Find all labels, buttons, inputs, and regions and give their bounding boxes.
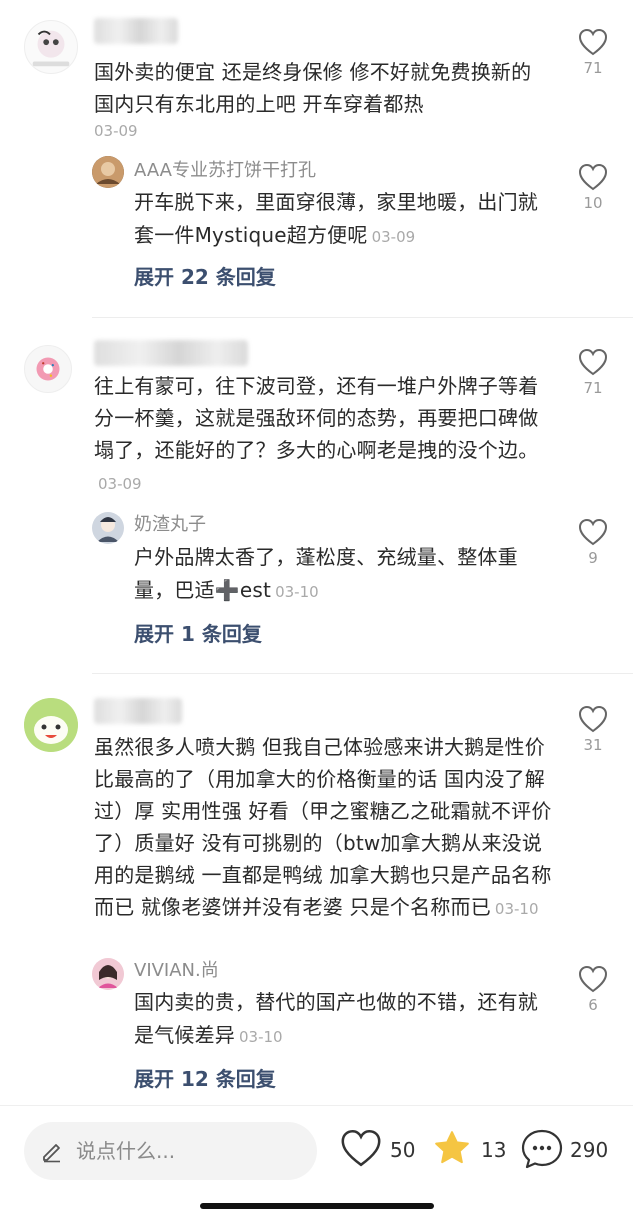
chat-bubble-icon bbox=[521, 1129, 563, 1169]
comment-text: 虽然很多人喷大鹅 但我自己体验感来讲大鹅是性价比最高的了（用加拿大的价格衡量的话… bbox=[94, 731, 554, 925]
reply-text: 开车脱下来，里面穿很薄，家里地暖，出门就套一件Mystique超方便呢 03-09 bbox=[134, 186, 554, 254]
reply-username[interactable]: VIVIAN.尚 bbox=[134, 959, 219, 983]
comment-input-placeholder: 说点什么... bbox=[76, 1139, 176, 1163]
comment-count: 290 bbox=[570, 1138, 609, 1162]
reply-body: 国内卖的贵，替代的国产也做的不错，还有就是气候差异 bbox=[134, 990, 538, 1047]
avatar[interactable] bbox=[92, 156, 124, 188]
comment-text: 国外卖的便宜 还是终身保修 修不好就免费换新的 国内只有东北用的上吧 开车穿着都… bbox=[94, 56, 554, 142]
reply-date: 03-09 bbox=[371, 228, 416, 246]
heart-icon bbox=[578, 705, 608, 733]
like-button[interactable]: 9 bbox=[573, 518, 613, 568]
comment-body: 国外卖的便宜 还是终身保修 修不好就免费换新的 国内只有东北用的上吧 开车穿着都… bbox=[94, 60, 532, 116]
post-like-count: 50 bbox=[390, 1138, 416, 1162]
reply-date: 03-10 bbox=[239, 1028, 283, 1046]
like-count: 9 bbox=[588, 549, 598, 567]
comments-button[interactable]: 290 bbox=[520, 1128, 620, 1172]
reply-body: 开车脱下来，里面穿很薄，家里地暖，出门就套一件Mystique超方便呢 bbox=[134, 190, 538, 247]
like-count: 31 bbox=[583, 736, 603, 754]
comment-date: 03-09 bbox=[98, 475, 142, 493]
like-button[interactable]: 6 bbox=[573, 965, 613, 1015]
heart-icon bbox=[578, 518, 608, 546]
comment-date: 03-09 bbox=[94, 122, 138, 140]
expand-replies-button[interactable]: 展开 12 条回复 bbox=[134, 1065, 276, 1093]
favorite-button[interactable]: 13 bbox=[431, 1128, 511, 1172]
like-count: 10 bbox=[583, 194, 603, 212]
star-icon bbox=[435, 1131, 469, 1164]
like-button[interactable]: 31 bbox=[573, 705, 613, 755]
reply-text: 户外品牌太香了，蓬松度、充绒量、整体重量，巴适➕est 03-10 bbox=[134, 541, 554, 609]
heart-icon bbox=[341, 1129, 381, 1167]
reply-body: 户外品牌太香了，蓬松度、充绒量、整体重量，巴适➕est bbox=[134, 545, 518, 602]
reply-username[interactable]: 奶渣丸子 bbox=[134, 513, 206, 537]
username-redacted[interactable] bbox=[94, 18, 178, 44]
avatar[interactable] bbox=[24, 20, 78, 74]
comment-text: 往上有蒙可，往下波司登，还有一堆户外牌子等着分一杯羹，这就是强敌环伺的态势，再要… bbox=[94, 370, 554, 500]
username-redacted[interactable] bbox=[94, 698, 182, 724]
comment-body: 虽然很多人喷大鹅 但我自己体验感来讲大鹅是性价比最高的了（用加拿大的价格衡量的话… bbox=[94, 735, 552, 919]
heart-icon bbox=[578, 163, 608, 191]
comment-date: 03-10 bbox=[494, 900, 539, 918]
heart-icon bbox=[578, 348, 608, 376]
avatar[interactable] bbox=[92, 958, 124, 990]
home-indicator bbox=[200, 1203, 434, 1209]
comment-input[interactable]: 说点什么... bbox=[24, 1122, 317, 1180]
pencil-icon bbox=[43, 1144, 60, 1163]
avatar[interactable] bbox=[24, 698, 78, 752]
like-button[interactable]: 71 bbox=[573, 348, 613, 398]
avatar[interactable] bbox=[92, 512, 124, 544]
heart-icon bbox=[578, 965, 608, 993]
comment-body: 往上有蒙可，往下波司登，还有一堆户外牌子等着分一杯羹，这就是强敌环伺的态势，再要… bbox=[94, 374, 539, 462]
reply-date: 03-10 bbox=[275, 583, 319, 601]
like-count: 71 bbox=[583, 59, 603, 77]
like-count: 71 bbox=[583, 379, 603, 397]
avatar[interactable] bbox=[24, 345, 72, 393]
like-post-button[interactable]: 50 bbox=[340, 1128, 420, 1172]
like-button[interactable]: 71 bbox=[573, 28, 613, 78]
expand-replies-button[interactable]: 展开 1 条回复 bbox=[134, 620, 262, 648]
divider bbox=[92, 673, 633, 674]
heart-icon bbox=[578, 28, 608, 56]
like-count: 6 bbox=[588, 996, 598, 1014]
username-redacted[interactable] bbox=[94, 340, 248, 366]
reply-username[interactable]: AAA专业苏打饼干打孔 bbox=[134, 159, 316, 183]
divider bbox=[92, 317, 633, 318]
reply-text: 国内卖的贵，替代的国产也做的不错，还有就是气候差异 03-10 bbox=[134, 986, 554, 1054]
favorite-count: 13 bbox=[481, 1138, 507, 1162]
like-button[interactable]: 10 bbox=[573, 163, 613, 213]
expand-replies-button[interactable]: 展开 22 条回复 bbox=[134, 263, 276, 291]
